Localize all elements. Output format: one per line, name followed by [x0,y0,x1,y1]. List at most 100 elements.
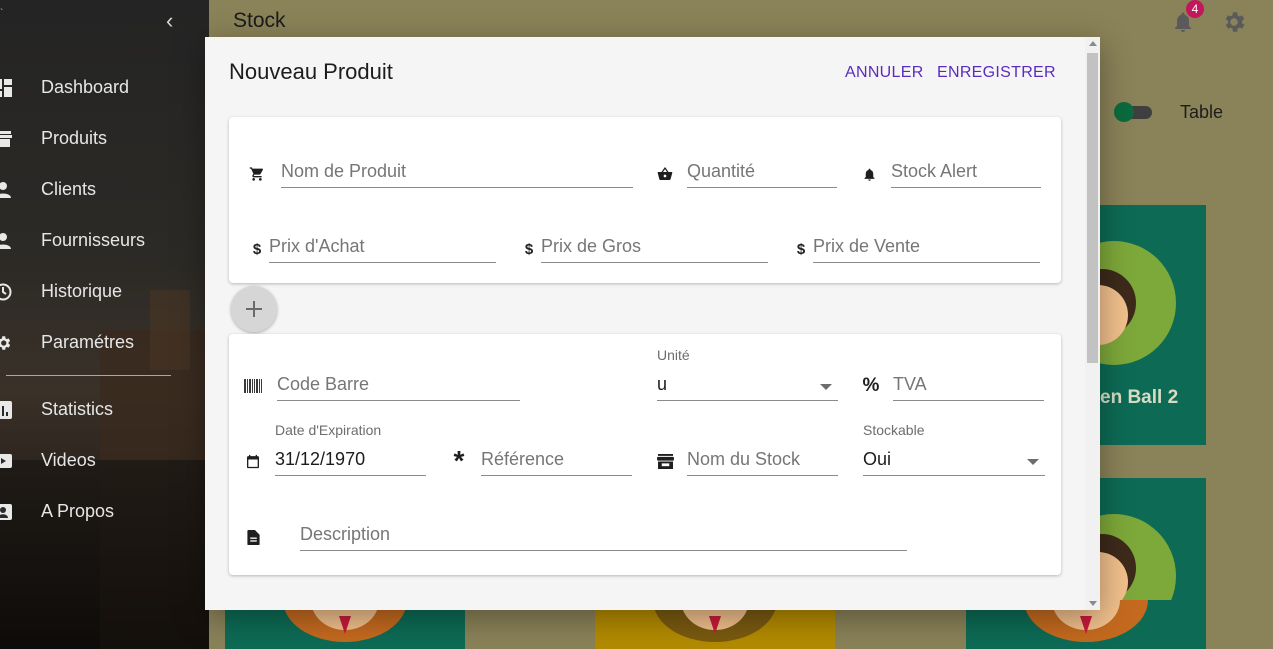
new-product-dialog: Nouveau Produit ANNULER ENREGISTRER Nom … [205,37,1100,610]
sidebar-item-produits[interactable]: Produits [0,113,209,164]
scrollbar-thumb[interactable] [1087,53,1098,363]
tva-placeholder: TVA [893,374,927,394]
expiration-date-field[interactable]: Date d'Expiration 31/12/1970 [275,422,426,476]
quantity-placeholder: Quantité [687,161,756,181]
sidebar-item-label: Produits [41,128,108,148]
sidebar-item-label: A Propos [41,501,115,521]
pricing-panel: Nom de Produit Quantité Stock Alert $ Pr… [229,117,1061,283]
product-card-label: en Ball 2 [1100,387,1179,408]
stock-name-field[interactable]: Nom du Stock [687,436,838,476]
field-underline [275,475,426,476]
field-underline [541,262,768,263]
sale-price-placeholder: Prix de Vente [813,236,921,256]
store-icon [656,452,674,470]
calendar-icon [244,452,262,470]
page-title: Stock [233,9,286,32]
purchase-price-placeholder: Prix d'Achat [269,236,365,256]
sidebar-item-parametres[interactable]: Paramétres [0,317,209,368]
product-name-field[interactable]: Nom de Produit [281,148,633,188]
product-card[interactable] [1052,205,1206,445]
settings-icon[interactable] [1221,9,1247,35]
field-underline [813,262,1040,263]
add-button[interactable] [231,286,277,332]
contact-icon [0,503,12,521]
dollar-icon: $ [252,240,262,258]
person-icon [0,232,12,250]
unit-label: Unité [657,347,690,363]
barcode-placeholder: Code Barre [277,374,370,394]
product-name-placeholder: Nom de Produit [281,161,407,181]
field-underline [863,475,1045,476]
field-underline [269,262,496,263]
sidebar-divider [6,375,171,376]
description-field[interactable]: Description [300,511,907,551]
reference-field[interactable]: Référence [481,436,632,476]
stock-alert-field[interactable]: Stock Alert [891,148,1041,188]
sidebar-item-fournisseurs[interactable]: Fournisseurs [0,215,209,266]
stockable-label: Stockable [863,422,925,438]
sidebar-item-clients[interactable]: Clients [0,164,209,215]
barcode-field[interactable]: Code Barre [277,361,520,401]
avatar [1052,241,1176,365]
quantity-field[interactable]: Quantité [687,148,837,188]
chevron-down-icon [820,384,832,390]
stock-name-placeholder: Nom du Stock [687,449,801,469]
sidebar-item-historique[interactable]: Historique [0,266,209,317]
sidebar-item-label: Fournisseurs [41,230,146,250]
dollar-icon: $ [796,240,806,258]
details-panel: Code Barre Unité u % TVA Date d'Expirati… [229,334,1061,575]
dialog-scrollbar[interactable] [1085,37,1100,610]
field-underline [281,187,633,188]
purchase-price-field[interactable]: Prix d'Achat [269,223,496,263]
sidebar-item-label: Clients [41,179,97,199]
wholesale-price-placeholder: Prix de Gros [541,236,642,256]
cart-icon [248,165,266,183]
chart-icon [0,400,12,419]
wholesale-price-field[interactable]: Prix de Gros [541,223,768,263]
video-icon [0,452,12,470]
save-button[interactable]: ENREGISTRER [937,64,1056,82]
sidebar-nav: Dashboard Produits Clients Fournisseurs … [0,62,209,368]
sidebar: ` ‹ Dashboard Produits Clients Fournisse… [0,0,209,649]
field-underline [481,475,632,476]
cancel-button[interactable]: ANNULER [845,64,924,82]
sidebar-item-label: Statistics [41,399,114,419]
view-toggle[interactable] [1114,102,1152,122]
sidebar-item-apropos[interactable]: A Propos [0,486,209,537]
description-placeholder: Description [300,524,391,544]
percent-icon: % [862,375,880,396]
tva-field[interactable]: TVA [893,361,1044,401]
chevron-left-icon[interactable]: ‹ [166,10,173,32]
bell-icon [860,165,878,183]
stockable-value: Oui [863,449,892,469]
field-underline [893,400,1044,401]
expiration-date-value: 31/12/1970 [275,449,366,469]
sidebar-item-dashboard[interactable]: Dashboard [0,62,209,113]
view-toggle-label: Table [1180,102,1224,122]
field-underline [687,187,837,188]
sidebar-item-statistics[interactable]: Statistics [0,384,209,435]
field-underline [277,400,520,401]
reference-placeholder: Référence [481,449,565,469]
sale-price-field[interactable]: Prix de Vente [813,223,1040,263]
notification-badge: 4 [1186,0,1204,18]
dialog-title: Nouveau Produit [229,59,393,84]
field-underline [300,550,907,551]
basket-icon [656,165,674,183]
dollar-icon: $ [524,240,534,258]
sidebar-nav-secondary: Statistics Videos A Propos [0,384,209,537]
sidebar-item-videos[interactable]: Videos [0,435,209,486]
scroll-up-icon[interactable] [1089,41,1097,46]
dashboard-icon [0,78,12,97]
stockable-select[interactable]: Stockable Oui [863,422,1045,476]
stock-alert-placeholder: Stock Alert [891,161,978,181]
menu-edge-icon: ` [0,8,4,19]
expiration-date-label: Date d'Expiration [275,422,382,438]
gear-icon [0,334,12,352]
toggle-thumb [1114,102,1134,122]
sidebar-item-label: Dashboard [41,77,130,97]
unit-value: u [657,374,668,394]
scroll-down-icon[interactable] [1089,601,1097,606]
unit-select[interactable]: Unité u [657,347,838,401]
sidebar-item-label: Videos [41,450,96,470]
